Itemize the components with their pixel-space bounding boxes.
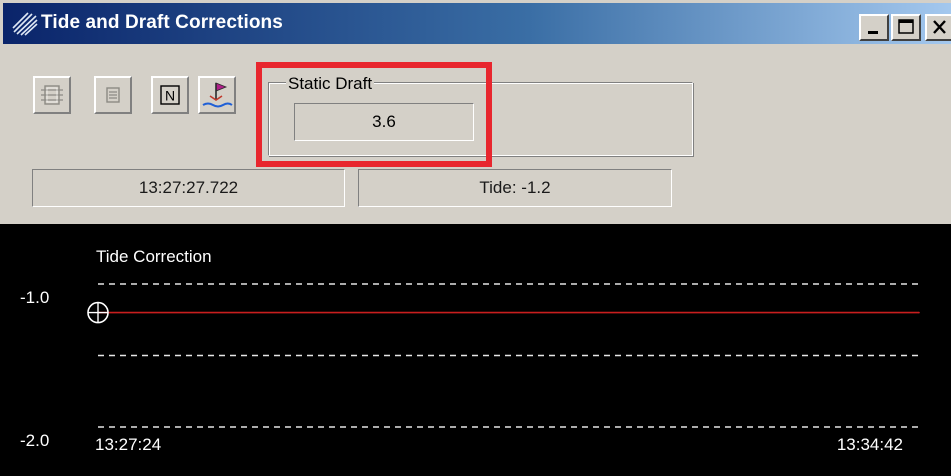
list-button[interactable] [94,76,132,114]
maximize-icon [898,19,914,34]
y-tick-label: -1.0 [20,288,49,307]
tide-status: Tide: -1.2 [358,169,672,207]
svg-text:N: N [165,88,175,104]
sounding-icon [202,82,233,108]
toolbar: N Static Draft 3.6 13:27:27.722 Tide: -1… [0,46,951,224]
chart-title: Tide Correction [96,247,212,266]
n-button[interactable]: N [151,76,189,114]
y-tick-label: -2.0 [20,431,49,450]
crosshair-cursor-icon[interactable] [87,301,109,324]
list-icon [106,87,120,103]
close-icon [933,20,946,34]
tide-correction-plot: Tide Correction -1.0 -2.0 13:27:24 13:34:42 [0,224,951,476]
sounding-button[interactable] [198,76,236,114]
window-title: Tide and Draft Corrections [41,12,283,33]
minimize-button[interactable] [859,14,889,41]
data-point [918,311,920,314]
maximize-button[interactable] [891,14,921,41]
x-tick-label: 13:27:24 [95,435,161,454]
x-tick-label: 13:34:42 [837,435,903,454]
tide-draft-window: Tide and Draft Corrections N Static Draf… [0,0,951,476]
globe-wave-icon [12,12,38,36]
close-button[interactable] [925,14,951,41]
time-status: 13:27:27.722 [32,169,345,207]
title-bar[interactable]: Tide and Draft Corrections [3,3,951,45]
minimize-icon [868,31,878,34]
highlight-box [256,62,492,167]
frame-icon [41,85,63,105]
frame-button[interactable] [33,76,71,114]
n-icon: N [160,85,180,105]
tide-chart: Tide Correction -1.0 -2.0 13:27:24 13:34:42 [20,247,920,454]
